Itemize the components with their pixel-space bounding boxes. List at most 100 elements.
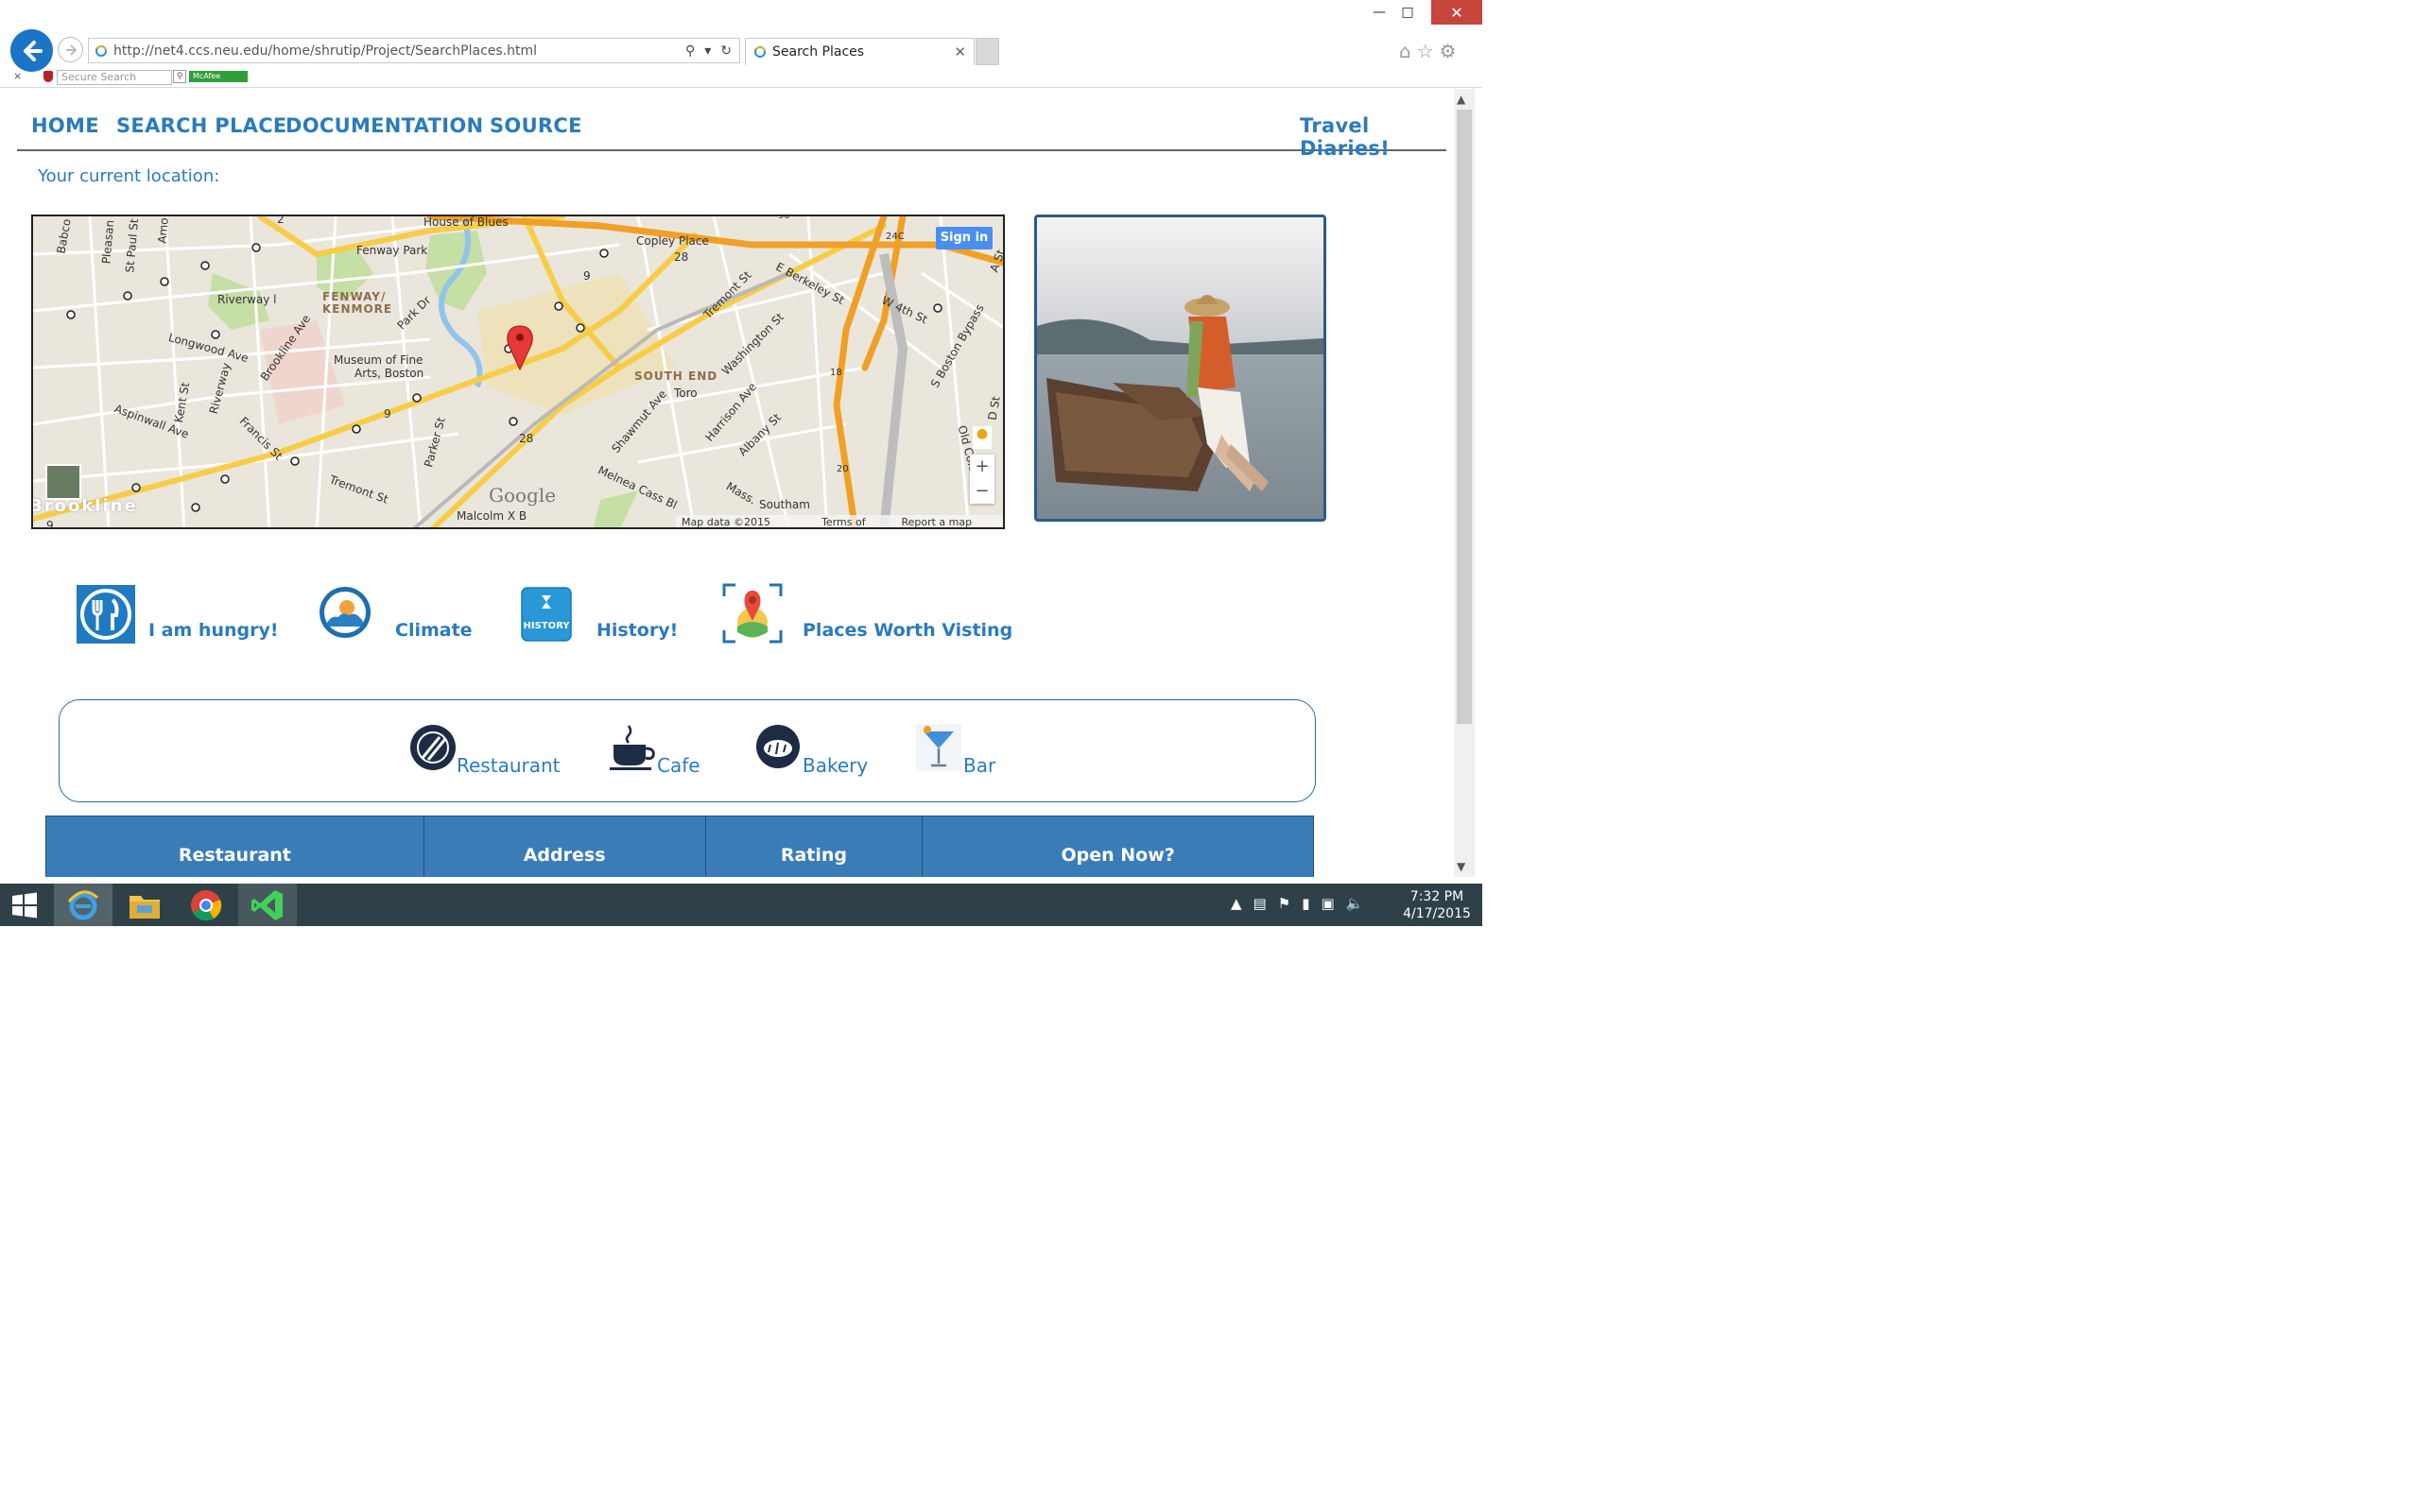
nav-source-link[interactable]: SOURCE — [490, 114, 582, 137]
location-pin-scan-icon — [722, 583, 783, 644]
map-route-2: 2 — [277, 215, 285, 226]
back-arrow-icon — [23, 40, 43, 61]
show-hidden-icons-icon[interactable]: ▲ — [1231, 895, 1242, 912]
map-route-18: 18 — [830, 368, 842, 378]
map-label-amory: Amo — [155, 216, 171, 245]
maximize-button[interactable]: □ — [1386, 0, 1429, 25]
taskbar-internet-explorer[interactable] — [54, 884, 112, 926]
map-terms-link[interactable]: Terms of Use — [821, 515, 886, 527]
dropdown-arrow-icon[interactable]: ▾ — [704, 43, 711, 59]
action-center-flag-icon[interactable]: ⚑ — [1278, 895, 1290, 912]
map-route-24c: 24C — [886, 232, 905, 242]
map-route-9b: 9 — [384, 407, 391, 421]
zoom-out-button[interactable]: − — [970, 479, 994, 504]
start-button[interactable] — [0, 884, 49, 926]
site-brand[interactable]: Travel Diaries! — [1300, 114, 1446, 160]
tab-search-places[interactable]: Search Places ✕ — [745, 38, 975, 65]
google-map[interactable]: House of Blues Fenway Park Copley Place … — [31, 215, 1005, 529]
top-navigation: HOME SEARCH PLACE DOCUMENTATION SOURCE T… — [17, 89, 1446, 160]
search-go-icon[interactable]: ⚲ — [173, 70, 186, 83]
map-label-copley-place: Copley Place — [636, 234, 709, 248]
tab-close-icon[interactable]: ✕ — [954, 43, 966, 60]
nav-documentation-link[interactable]: DOCUMENTATION — [285, 114, 483, 137]
mcafee-badge[interactable]: McAfee — [189, 71, 248, 82]
taskbar-file-explorer[interactable] — [115, 884, 174, 926]
network-icon[interactable]: ▣ — [1321, 895, 1334, 912]
close-window-button[interactable]: ✕ — [1431, 0, 1482, 25]
map-route-28b: 28 — [519, 432, 534, 445]
map-label-toro: Toro — [674, 387, 698, 400]
ie-tab-icon — [753, 46, 767, 58]
map-label-riverway: Riverway l — [217, 293, 277, 306]
map-footer: Map data ©2015 Google Terms of Use Repor… — [676, 515, 1003, 527]
column-header-restaurant[interactable]: Restaurant — [45, 816, 424, 877]
forward-button[interactable] — [58, 37, 83, 62]
back-button[interactable] — [10, 29, 53, 72]
system-clock[interactable]: 7:32 PM 4/17/2015 — [1399, 888, 1475, 922]
subcategory-bakery-label: Bakery — [803, 754, 869, 777]
travel-photo — [1034, 215, 1326, 522]
map-label-fenway-kenmore-1: FENWAY/ — [322, 290, 387, 303]
restaurant-plate-icon — [410, 725, 456, 770]
folder-icon — [130, 895, 160, 919]
category-history-label: History! — [596, 620, 679, 641]
close-toolbar-icon[interactable]: × — [13, 70, 22, 82]
cocktail-glass-icon — [916, 724, 961, 771]
column-header-address[interactable]: Address — [423, 816, 706, 877]
browser-chrome: — □ ✕ http://net4.ccs.neu.edu/home/shrut… — [0, 0, 1482, 88]
command-bar: × Secure Search ⚲ McAfee — [0, 68, 1482, 87]
map-roads — [33, 216, 1003, 527]
system-tray: ▲ ▤ ⚑ ▮ ▣ 🔈 — [1231, 895, 1363, 912]
subcategory-bar-label: Bar — [963, 754, 996, 777]
category-hungry-label: I am hungry! — [148, 620, 279, 641]
map-label-brookline: Brookline — [31, 496, 138, 516]
column-header-rating[interactable]: Rating — [704, 816, 924, 877]
zoom-in-button[interactable]: + — [970, 455, 994, 479]
history-hourglass-icon — [521, 587, 572, 642]
map-sign-in-button[interactable]: Sign in — [936, 227, 993, 249]
subcategory-cafe-label: Cafe — [657, 754, 700, 777]
scroll-up-icon[interactable]: ▲ — [1457, 93, 1465, 106]
new-tab-button[interactable] — [976, 38, 999, 65]
search-icon[interactable]: ⚲ — [685, 43, 695, 59]
map-report-link[interactable]: Report a map error — [901, 515, 997, 527]
refresh-icon[interactable]: ↻ — [720, 43, 732, 59]
bread-icon — [756, 725, 800, 768]
visual-studio-icon — [251, 889, 283, 920]
chrome-icon — [191, 889, 222, 920]
address-bar[interactable]: http://net4.ccs.neu.edu/home/shrutip/Pro… — [88, 38, 740, 63]
woman-in-boat-image — [1037, 217, 1323, 519]
map-label-mfa-1: Museum of Fine — [334, 353, 424, 367]
scroll-thumb[interactable] — [1457, 110, 1472, 724]
map-label-mfa-2: Arts, Boston — [354, 367, 424, 380]
map-satellite-toggle[interactable] — [45, 464, 81, 500]
battery-icon[interactable]: ▮ — [1302, 895, 1309, 912]
subcategory-panel: Restaurant Cafe Bakery Bar — [59, 699, 1316, 802]
page-scrollbar[interactable]: ▲ ▼ — [1454, 89, 1475, 877]
internet-explorer-icon — [67, 890, 99, 919]
nav-home-link[interactable]: HOME — [31, 114, 99, 137]
ie-page-icon — [95, 44, 108, 57]
taskbar-visual-studio[interactable] — [238, 884, 297, 926]
google-logo: Google — [489, 484, 557, 507]
notes-icon[interactable]: ▤ — [1253, 895, 1267, 912]
clock-time: 7:32 PM — [1409, 889, 1464, 904]
pegman-icon[interactable]: ● — [973, 426, 992, 449]
column-header-open-now[interactable]: Open Now? — [922, 816, 1314, 877]
taskbar-chrome[interactable] — [177, 884, 235, 926]
map-route-90: 90 — [778, 215, 790, 221]
clock-date: 4/17/2015 — [1403, 906, 1471, 921]
settings-gear-icon[interactable]: ⚙ — [1440, 40, 1457, 62]
climate-sun-cloud-icon — [320, 587, 371, 638]
secure-search-input[interactable]: Secure Search — [57, 70, 172, 85]
address-url: http://net4.ccs.neu.edu/home/shrutip/Pro… — [113, 43, 538, 59]
nav-search-place-link[interactable]: SEARCH PLACE — [116, 114, 287, 137]
table-header-row: Restaurant Address Rating Open Now? — [45, 816, 1314, 877]
scroll-down-icon[interactable]: ▼ — [1457, 860, 1465, 873]
volume-icon[interactable]: 🔈 — [1346, 895, 1364, 912]
subcategory-restaurant-label: Restaurant — [457, 754, 561, 777]
map-label-southampton: Southam — [759, 498, 810, 511]
map-route-9c: 9 — [46, 519, 54, 529]
favorites-star-icon[interactable]: ☆ — [1417, 40, 1434, 62]
home-icon[interactable]: ⌂ — [1399, 40, 1411, 62]
